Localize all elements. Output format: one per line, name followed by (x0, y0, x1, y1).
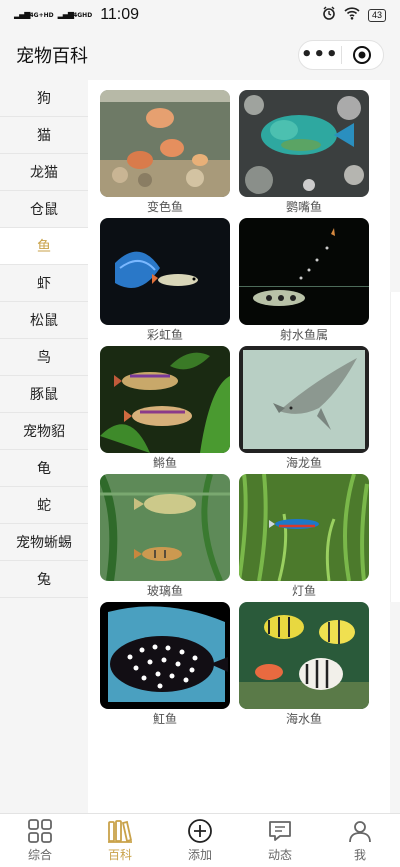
person-icon (349, 821, 371, 843)
pet-image (100, 474, 230, 581)
pet-card[interactable]: 海水鱼 (239, 602, 369, 727)
tab-feed[interactable]: 动态 (240, 814, 320, 867)
pet-name: 玻璃鱼 (146, 584, 183, 598)
battery-indicator: 43 (367, 8, 386, 22)
category-lizard[interactable]: 宠物蜥蜴 (0, 524, 88, 561)
category-squirrel[interactable]: 松鼠 (0, 302, 88, 339)
category-shrimp[interactable]: 虾 (0, 265, 88, 302)
pet-card[interactable]: 射水鱼属 (239, 218, 369, 343)
grid-icon (28, 819, 52, 843)
category-hamster[interactable]: 仓鼠 (0, 191, 88, 228)
pet-image (100, 346, 230, 453)
pet-name: 魟鱼 (152, 712, 177, 726)
pet-card[interactable]: 彩虹鱼 (100, 218, 230, 343)
tab-add[interactable]: 添加 (160, 814, 240, 867)
category-bird[interactable]: 鸟 (0, 339, 88, 376)
pet-name: 射水鱼属 (279, 328, 328, 342)
pet-name: 海龙鱼 (285, 456, 322, 470)
pet-name: 鹦嘴鱼 (285, 200, 322, 214)
pet-image (100, 218, 230, 325)
status-bar: ▂▄▆4G+HD ▂▄▆4GHD 11:09 43 (0, 0, 400, 30)
alarm-icon (322, 6, 336, 24)
category-cat[interactable]: 猫 (0, 117, 88, 154)
pet-card[interactable]: 变色鱼 (100, 90, 230, 215)
tab-label: 我 (353, 848, 366, 862)
pet-card[interactable]: 鹦嘴鱼 (239, 90, 369, 215)
network-indicator-2: ▂▄▆4GHD (57, 10, 93, 20)
category-turtle[interactable]: 龟 (0, 450, 88, 487)
wifi-icon (344, 6, 360, 24)
tab-label: 综合 (27, 848, 52, 862)
tab-label: 动态 (267, 848, 292, 862)
pet-image (239, 90, 369, 197)
pet-name: 彩虹鱼 (146, 328, 183, 342)
tab-me[interactable]: 我 (320, 814, 400, 867)
tab-bar: 综合 百科 添加 动态 我 (0, 813, 400, 867)
category-rabbit[interactable]: 兔 (0, 561, 88, 598)
tab-label: 添加 (187, 848, 212, 862)
miniprogram-capsule: ••• (298, 40, 384, 70)
clock: 11:09 (100, 6, 140, 23)
pet-name: 变色鱼 (146, 200, 183, 214)
target-icon (353, 46, 372, 64)
pet-card[interactable]: 玻璃鱼 (100, 474, 230, 599)
pet-image (239, 602, 369, 709)
category-dog[interactable]: 狗 (0, 80, 88, 117)
network-indicator-1: ▂▄▆4G+HD (14, 10, 54, 20)
tab-encyclopedia[interactable]: 百科 (80, 814, 160, 867)
tab-overview[interactable]: 综合 (0, 814, 80, 867)
books-icon (108, 820, 133, 843)
pet-image (239, 218, 369, 325)
category-snake[interactable]: 蛇 (0, 487, 88, 524)
more-options-button[interactable]: ••• (299, 46, 341, 64)
close-miniprogram-button[interactable] (342, 45, 384, 65)
category-guinea-pig[interactable]: 豚鼠 (0, 376, 88, 413)
pet-image (239, 474, 369, 581)
pet-card[interactable]: 魟鱼 (100, 602, 230, 727)
category-chinchilla[interactable]: 龙猫 (0, 154, 88, 191)
pet-grid: 变色鱼 鹦嘴鱼 彩虹鱼 射水鱼属 鳉鱼 海龙鱼 玻璃鱼 灯鱼 魟鱼 海水鱼 (88, 80, 390, 813)
pet-card[interactable]: 海龙鱼 (239, 346, 369, 471)
pet-image (100, 602, 230, 709)
category-ferret[interactable]: 宠物貂 (0, 413, 88, 450)
pet-card[interactable]: 鳉鱼 (100, 346, 230, 471)
pet-image (239, 346, 369, 453)
tab-label: 百科 (107, 848, 132, 862)
chat-icon (269, 821, 291, 841)
pet-card[interactable]: 灯鱼 (239, 474, 369, 599)
page-title: 宠物百科 (16, 46, 88, 67)
category-fish[interactable]: 鱼 (0, 228, 88, 265)
pet-name: 鳉鱼 (152, 456, 177, 470)
plus-circle-icon (188, 819, 212, 843)
pet-image (100, 90, 230, 197)
category-sidebar: 狗 猫 龙猫 仓鼠 鱼 虾 松鼠 鸟 豚鼠 宠物貂 龟 蛇 宠物蜥蜴 兔 (0, 80, 88, 598)
header: 宠物百科 ••• (0, 30, 400, 80)
pet-name: 海水鱼 (285, 712, 322, 726)
pet-name: 灯鱼 (291, 584, 316, 598)
